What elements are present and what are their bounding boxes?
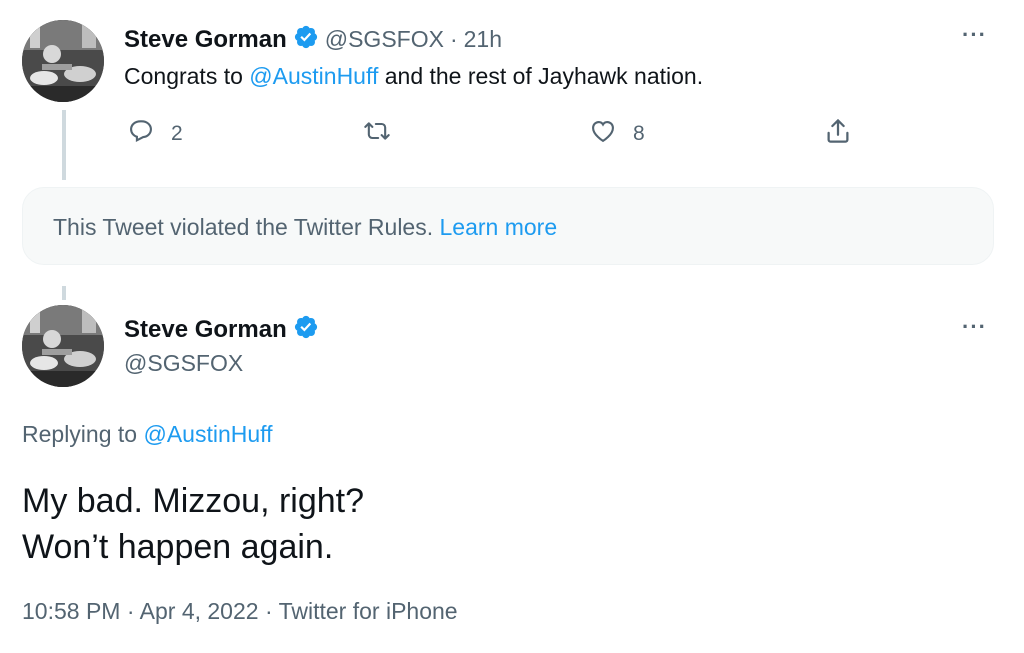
tweet-text-part: and the rest of Jayhawk nation. <box>378 63 704 89</box>
retweet-icon <box>361 117 393 151</box>
learn-more-link[interactable]: Learn more <box>440 214 558 240</box>
tweet-text: Congrats to @AustinHuff and the rest of … <box>124 63 703 90</box>
tweet-text: My bad. Mizzou, right? Won’t happen agai… <box>22 478 364 570</box>
avatar[interactable] <box>22 305 104 387</box>
tweet-meta: 10:58 PM · Apr 4, 2022 · Twitter for iPh… <box>22 598 458 625</box>
reply-button[interactable]: 2 <box>127 117 183 151</box>
separator: · <box>126 598 135 624</box>
tweet-date[interactable]: Apr 4, 2022 <box>140 598 259 624</box>
mention-link[interactable]: @AustinHuff <box>143 421 272 447</box>
handle[interactable]: @SGSFOX <box>124 350 243 377</box>
reply-icon <box>127 117 155 151</box>
display-name[interactable]: Steve Gorman <box>124 26 287 54</box>
tweet-source[interactable]: Twitter for iPhone <box>279 598 458 624</box>
rules-violation-notice: This Tweet violated the Twitter Rules. L… <box>22 187 994 265</box>
handle[interactable]: @SGSFOX <box>325 26 444 53</box>
like-count: 8 <box>633 122 645 145</box>
tweet-text-line: Won’t happen again. <box>22 528 334 566</box>
like-button[interactable]: 8 <box>589 117 645 151</box>
timestamp[interactable]: 21h <box>464 26 502 53</box>
verified-badge-icon <box>293 314 319 345</box>
mention-link[interactable]: @AustinHuff <box>249 63 378 89</box>
tweet-text-part: Congrats to <box>124 63 250 89</box>
notice-text-row: This Tweet violated the Twitter Rules. L… <box>53 214 557 241</box>
share-icon <box>823 116 853 152</box>
replying-to: Replying to @AustinHuff <box>22 421 273 448</box>
more-icon[interactable]: ··· <box>962 314 987 340</box>
thread-line-short <box>62 286 66 300</box>
like-icon <box>589 117 617 151</box>
retweet-button[interactable] <box>361 117 393 151</box>
tweet-header: Steve Gorman @SGSFOX · 21h <box>124 24 502 55</box>
reply-count: 2 <box>171 122 183 145</box>
thread-line <box>62 110 66 180</box>
replying-to-label: Replying to <box>22 421 138 447</box>
avatar[interactable] <box>22 20 104 102</box>
verified-badge-icon <box>293 24 319 55</box>
share-button[interactable] <box>823 116 853 152</box>
tweet-text-line: My bad. Mizzou, right? <box>22 482 365 520</box>
tweet-time[interactable]: 10:58 PM <box>22 598 120 624</box>
more-icon[interactable]: ··· <box>962 22 987 48</box>
notice-text: This Tweet violated the Twitter Rules. <box>53 214 434 240</box>
tweet-header: Steve Gorman <box>124 314 319 345</box>
display-name[interactable]: Steve Gorman <box>124 316 287 344</box>
separator: · <box>449 26 458 52</box>
separator: · <box>264 598 273 624</box>
